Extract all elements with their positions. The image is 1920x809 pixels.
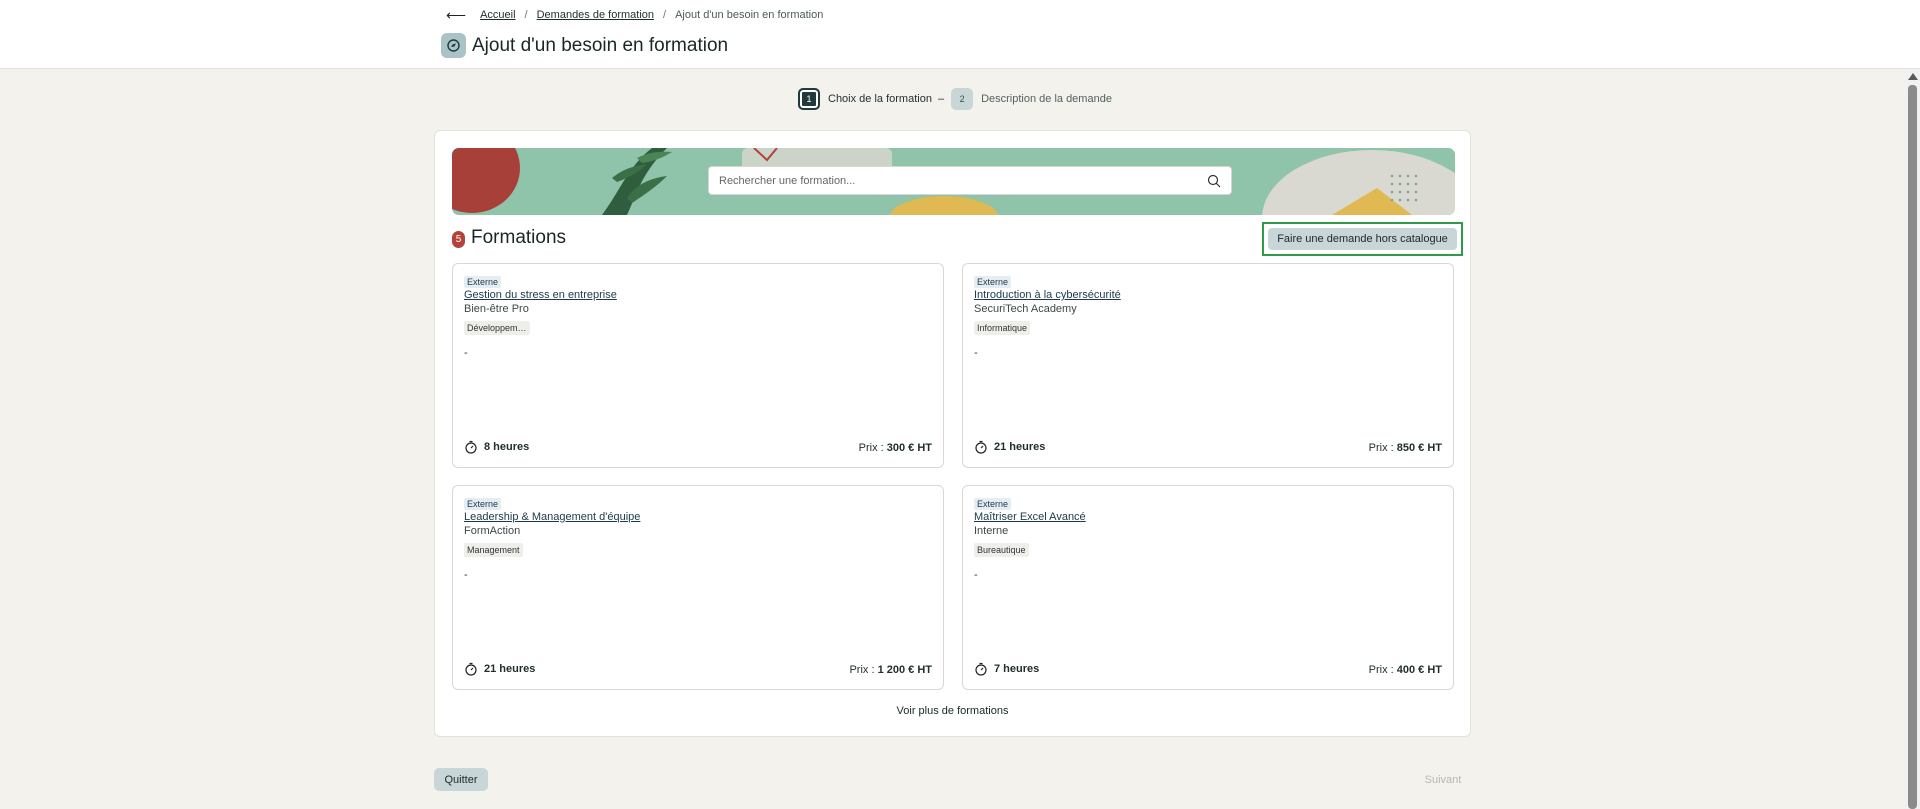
step-separator: –: [937, 93, 945, 105]
formation-card[interactable]: Externe Leadership & Management d'équipe…: [452, 485, 944, 690]
breadcrumb-separator: /: [663, 9, 667, 21]
scroll-up-arrow-icon[interactable]: [1908, 73, 1918, 80]
formation-title-link[interactable]: Leadership & Management d'équipe: [464, 511, 640, 523]
formation-organization: Bien-être Pro: [464, 303, 529, 315]
formation-card[interactable]: Externe Introduction à la cybersécurité …: [962, 263, 1454, 468]
formation-price-value: 300 € HT: [886, 442, 932, 454]
formation-description: -: [974, 569, 978, 581]
stopwatch-icon: [975, 440, 987, 454]
search-field[interactable]: [708, 166, 1232, 195]
formation-price-value: 400 € HT: [1396, 664, 1442, 676]
search-banner: [452, 148, 1455, 215]
next-button[interactable]: Suivant: [1418, 768, 1468, 791]
formation-title-link[interactable]: Introduction à la cybersécurité: [974, 289, 1121, 301]
page-header: ⟵ Accueil / Demandes de formation / Ajou…: [0, 0, 1920, 69]
vertical-scrollbar[interactable]: [1905, 69, 1920, 809]
formation-type-tag: Externe: [974, 276, 1012, 288]
stepper: 1 Choix de la formation – 2 Description …: [798, 88, 1112, 110]
formation-category-tag: Bureautique: [974, 543, 1029, 557]
formation-card[interactable]: Externe Gestion du stress en entreprise …: [452, 263, 944, 468]
breadcrumb-parent-link[interactable]: Demandes de formation: [537, 9, 654, 21]
stopwatch-icon: [465, 662, 477, 676]
formation-price: Prix : 300 € HT: [859, 442, 932, 454]
formation-duration: 8 heures: [464, 440, 529, 454]
hors-catalogue-button[interactable]: Faire une demande hors catalogue: [1268, 228, 1457, 250]
formations-header: 5 Formations: [452, 227, 566, 249]
compass-icon: [441, 33, 466, 58]
formation-duration-value: 21 heures: [484, 663, 536, 675]
formation-type-tag: Externe: [464, 498, 502, 510]
scrollbar-thumb[interactable]: [1908, 85, 1917, 809]
formation-duration-value: 8 heures: [484, 441, 530, 453]
formation-duration-value: 7 heures: [994, 663, 1040, 675]
formation-description: -: [464, 347, 468, 359]
step-1-number: 1: [798, 88, 820, 110]
formation-organization: Interne: [974, 525, 1009, 537]
formation-title-link[interactable]: Gestion du stress en entreprise: [464, 289, 617, 301]
formation-price-label: Prix :: [849, 664, 878, 676]
page-title: Ajout d'un besoin en formation: [472, 34, 729, 56]
search-icon[interactable]: [1207, 174, 1221, 188]
step-1-label: Choix de la formation: [828, 93, 932, 105]
formation-price: Prix : 850 € HT: [1369, 442, 1442, 454]
breadcrumb-current: Ajout d'un besoin en formation: [675, 9, 824, 21]
formation-category-tag: Management: [464, 543, 523, 557]
search-input[interactable]: [719, 174, 1207, 187]
formation-price: Prix : 1 200 € HT: [849, 664, 932, 676]
formation-type-tag: Externe: [974, 498, 1012, 510]
step-2-label: Description de la demande: [981, 93, 1112, 105]
formations-count-badge: 5: [452, 230, 465, 248]
formation-price-value: 850 € HT: [1396, 442, 1442, 454]
breadcrumb-separator: /: [524, 9, 528, 21]
formation-price-value: 1 200 € HT: [877, 664, 932, 676]
back-arrow-icon[interactable]: ⟵: [446, 7, 466, 24]
breadcrumb-home-link[interactable]: Accueil: [480, 9, 515, 21]
formations-panel: 5 Formations Faire une demande hors cata…: [434, 130, 1471, 737]
formation-title-link[interactable]: Maîtriser Excel Avancé: [974, 511, 1086, 523]
formation-category-tag: Développem…: [464, 321, 530, 335]
quit-button[interactable]: Quitter: [434, 768, 488, 791]
hors-catalogue-highlight: Faire une demande hors catalogue: [1262, 222, 1463, 256]
voir-plus-button[interactable]: Voir plus de formations: [435, 705, 1470, 717]
formation-duration: 21 heures: [974, 440, 1045, 454]
formation-organization: FormAction: [464, 525, 521, 537]
stopwatch-icon: [975, 662, 987, 676]
breadcrumb: ⟵ Accueil / Demandes de formation / Ajou…: [446, 7, 824, 24]
formation-type-tag: Externe: [464, 276, 502, 288]
formation-price-label: Prix :: [1368, 442, 1397, 454]
formation-organization: SecuriTech Academy: [974, 303, 1077, 315]
formation-description: -: [464, 569, 468, 581]
stopwatch-icon: [465, 440, 477, 454]
formation-duration: 7 heures: [974, 662, 1039, 676]
step-2-number: 2: [951, 88, 974, 110]
formation-category-tag: Informatique: [974, 321, 1031, 335]
formation-duration-value: 21 heures: [994, 441, 1046, 453]
formation-price: Prix : 400 € HT: [1369, 664, 1442, 676]
formation-description: -: [974, 347, 978, 359]
formation-price-label: Prix :: [1368, 664, 1397, 676]
page-title-row: Ajout d'un besoin en formation: [441, 33, 728, 58]
formations-title: Formations: [471, 227, 567, 248]
formation-card[interactable]: Externe Maîtriser Excel Avancé Interne B…: [962, 485, 1454, 690]
formation-price-label: Prix :: [858, 442, 887, 454]
formation-duration: 21 heures: [464, 662, 535, 676]
